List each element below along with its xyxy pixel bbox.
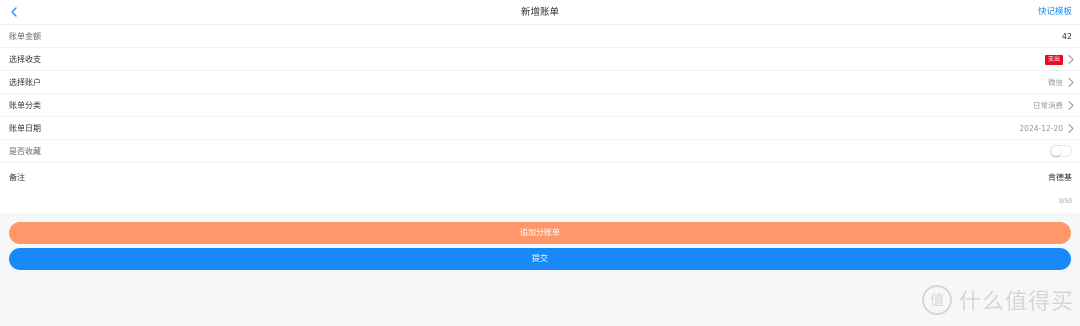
submit-button[interactable]: 提交	[9, 248, 1071, 270]
page-title: 新增账单	[520, 7, 559, 18]
note-cell[interactable]: 备注 肯德基 3/50	[0, 165, 1080, 213]
chevron-right-icon	[1068, 54, 1074, 65]
watermark: 值 什么值得买	[921, 282, 1074, 318]
category-cell[interactable]: 账单分类 日常消费	[0, 94, 1080, 117]
date-label: 账单日期	[9, 124, 41, 133]
category-value: 日常消费	[1033, 101, 1063, 110]
note-label: 备注	[9, 173, 25, 182]
account-label: 选择账户	[9, 78, 41, 87]
amount-cell[interactable]: 账单金额 42	[0, 25, 1080, 48]
bill-form: 账单金额 42 选择收支 支出 选择账户 微信 账单分类 日常消费 账单日期 2…	[0, 25, 1080, 213]
account-value: 微信	[1048, 78, 1063, 87]
favorite-cell: 是否收藏	[0, 140, 1080, 163]
type-cell[interactable]: 选择收支 支出	[0, 48, 1080, 71]
watermark-logo-icon: 值	[921, 285, 952, 315]
chevron-right-icon	[1068, 77, 1074, 88]
account-cell[interactable]: 选择账户 微信	[0, 71, 1080, 94]
note-word-count: 3/50	[1058, 198, 1072, 205]
note-textarea[interactable]: 肯德基	[1048, 172, 1072, 183]
watermark-text: 什么值得买	[958, 290, 1074, 315]
switch-knob	[1051, 146, 1061, 156]
nav-bar: 新增账单 快记模板	[0, 0, 1080, 25]
add-split-bill-button[interactable]: 追加分账单	[9, 222, 1071, 244]
chevron-right-icon	[1068, 123, 1074, 134]
date-value: 2024-12-20	[1019, 124, 1063, 133]
category-label: 账单分类	[9, 101, 41, 110]
amount-input[interactable]: 42	[1062, 25, 1072, 48]
expense-tag: 支出	[1044, 55, 1063, 65]
favorite-switch[interactable]	[1050, 145, 1072, 157]
chevron-right-icon	[1068, 100, 1074, 111]
date-cell[interactable]: 账单日期 2024-12-20	[0, 117, 1080, 140]
amount-label: 账单金额	[9, 32, 41, 41]
quick-template-link[interactable]: 快记模板	[1038, 0, 1072, 25]
favorite-label: 是否收藏	[9, 147, 41, 156]
svg-text:值: 值	[930, 293, 944, 309]
type-label: 选择收支	[9, 55, 41, 64]
